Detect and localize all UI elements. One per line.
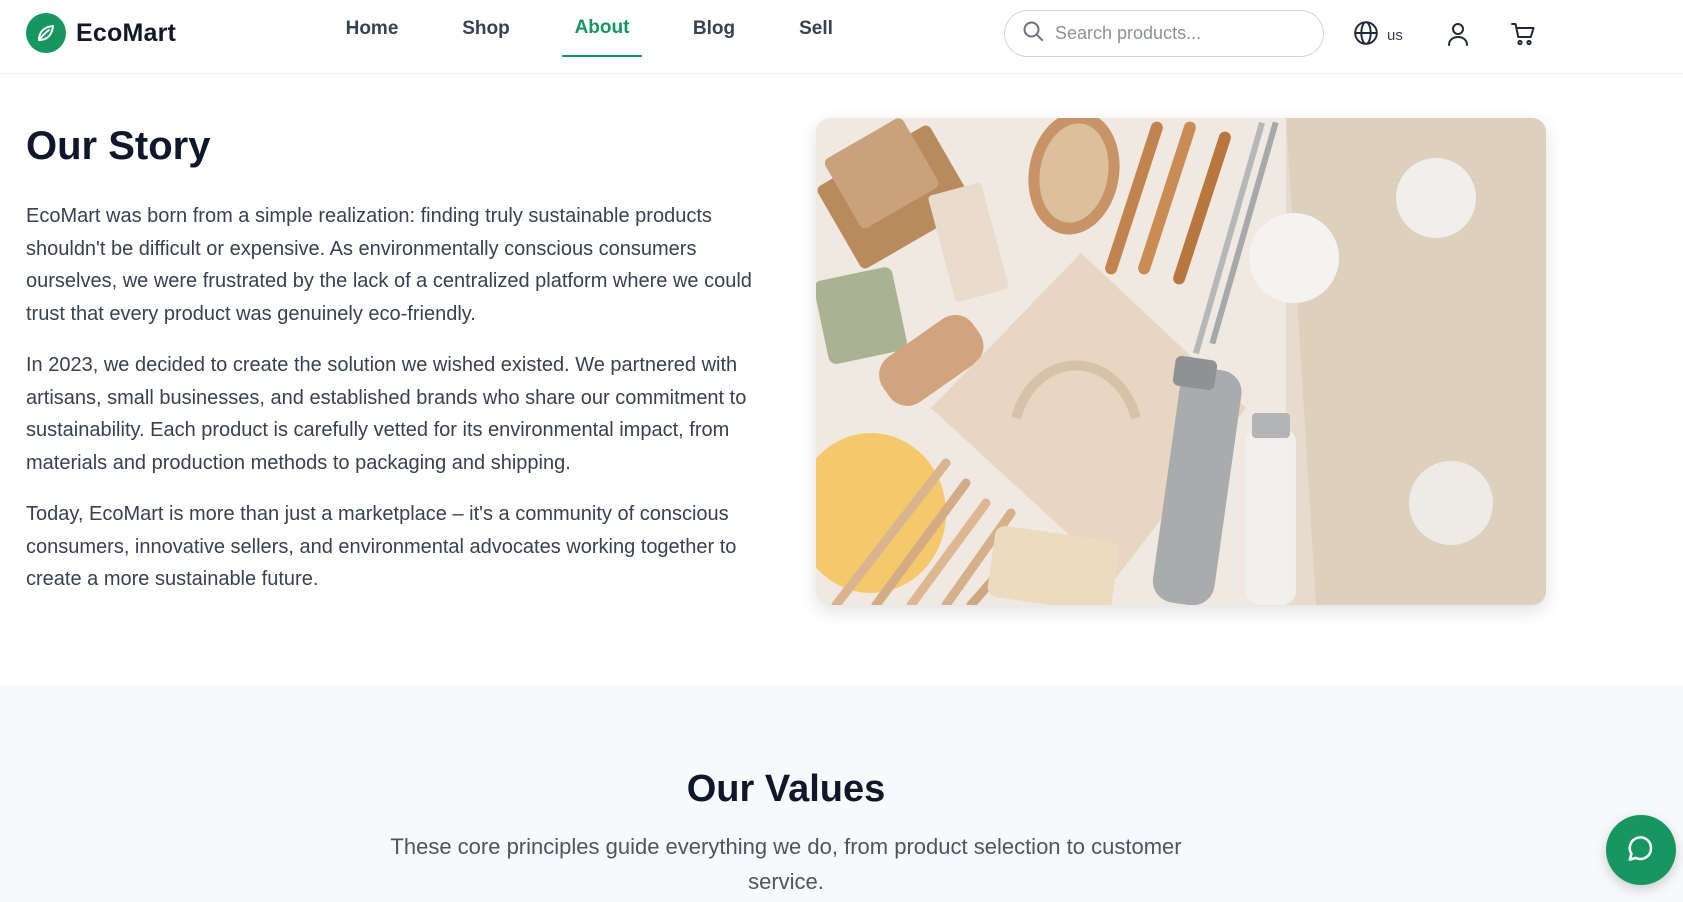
nav-sell[interactable]: Sell bbox=[794, 0, 838, 57]
values-title: Our Values bbox=[686, 768, 886, 810]
brand-logo[interactable]: EcoMart bbox=[26, 13, 176, 53]
story-title: Our Story bbox=[26, 124, 211, 168]
chat-button[interactable] bbox=[1606, 815, 1676, 885]
language-selector[interactable]: us bbox=[1353, 20, 1403, 51]
cart-icon bbox=[1510, 23, 1536, 50]
cart-button[interactable] bbox=[1510, 21, 1536, 50]
search-box bbox=[1004, 10, 1324, 57]
globe-icon bbox=[1353, 20, 1379, 51]
nav-home[interactable]: Home bbox=[338, 0, 406, 57]
story-paragraph: EcoMart was born from a simple realizati… bbox=[26, 205, 752, 325]
values-subtitle: These core principles guide everything w… bbox=[390, 834, 1182, 894]
values-section: Our Values These core principles guide e… bbox=[0, 685, 1683, 902]
search-input[interactable] bbox=[1055, 23, 1315, 44]
story-paragraph: Today, EcoMart is more than just a marke… bbox=[26, 503, 737, 590]
account-button[interactable] bbox=[1446, 21, 1470, 50]
search-icon bbox=[1021, 19, 1045, 48]
nav-about[interactable]: About bbox=[562, 0, 642, 57]
story-image bbox=[816, 118, 1546, 605]
site-header: EcoMart Home Shop About Blog Sell us bbox=[0, 0, 1683, 74]
language-label: us bbox=[1387, 27, 1403, 44]
story-body: EcoMart was born from a simple realizati… bbox=[26, 200, 766, 615]
brand-name: EcoMart bbox=[76, 18, 177, 47]
leaf-icon bbox=[26, 13, 66, 53]
nav-blog[interactable]: Blog bbox=[688, 0, 740, 57]
story-paragraph: In 2023, we decided to create the soluti… bbox=[26, 354, 747, 474]
chat-bubble-icon bbox=[1626, 834, 1656, 867]
nav-shop[interactable]: Shop bbox=[455, 0, 517, 57]
user-icon bbox=[1446, 23, 1470, 50]
